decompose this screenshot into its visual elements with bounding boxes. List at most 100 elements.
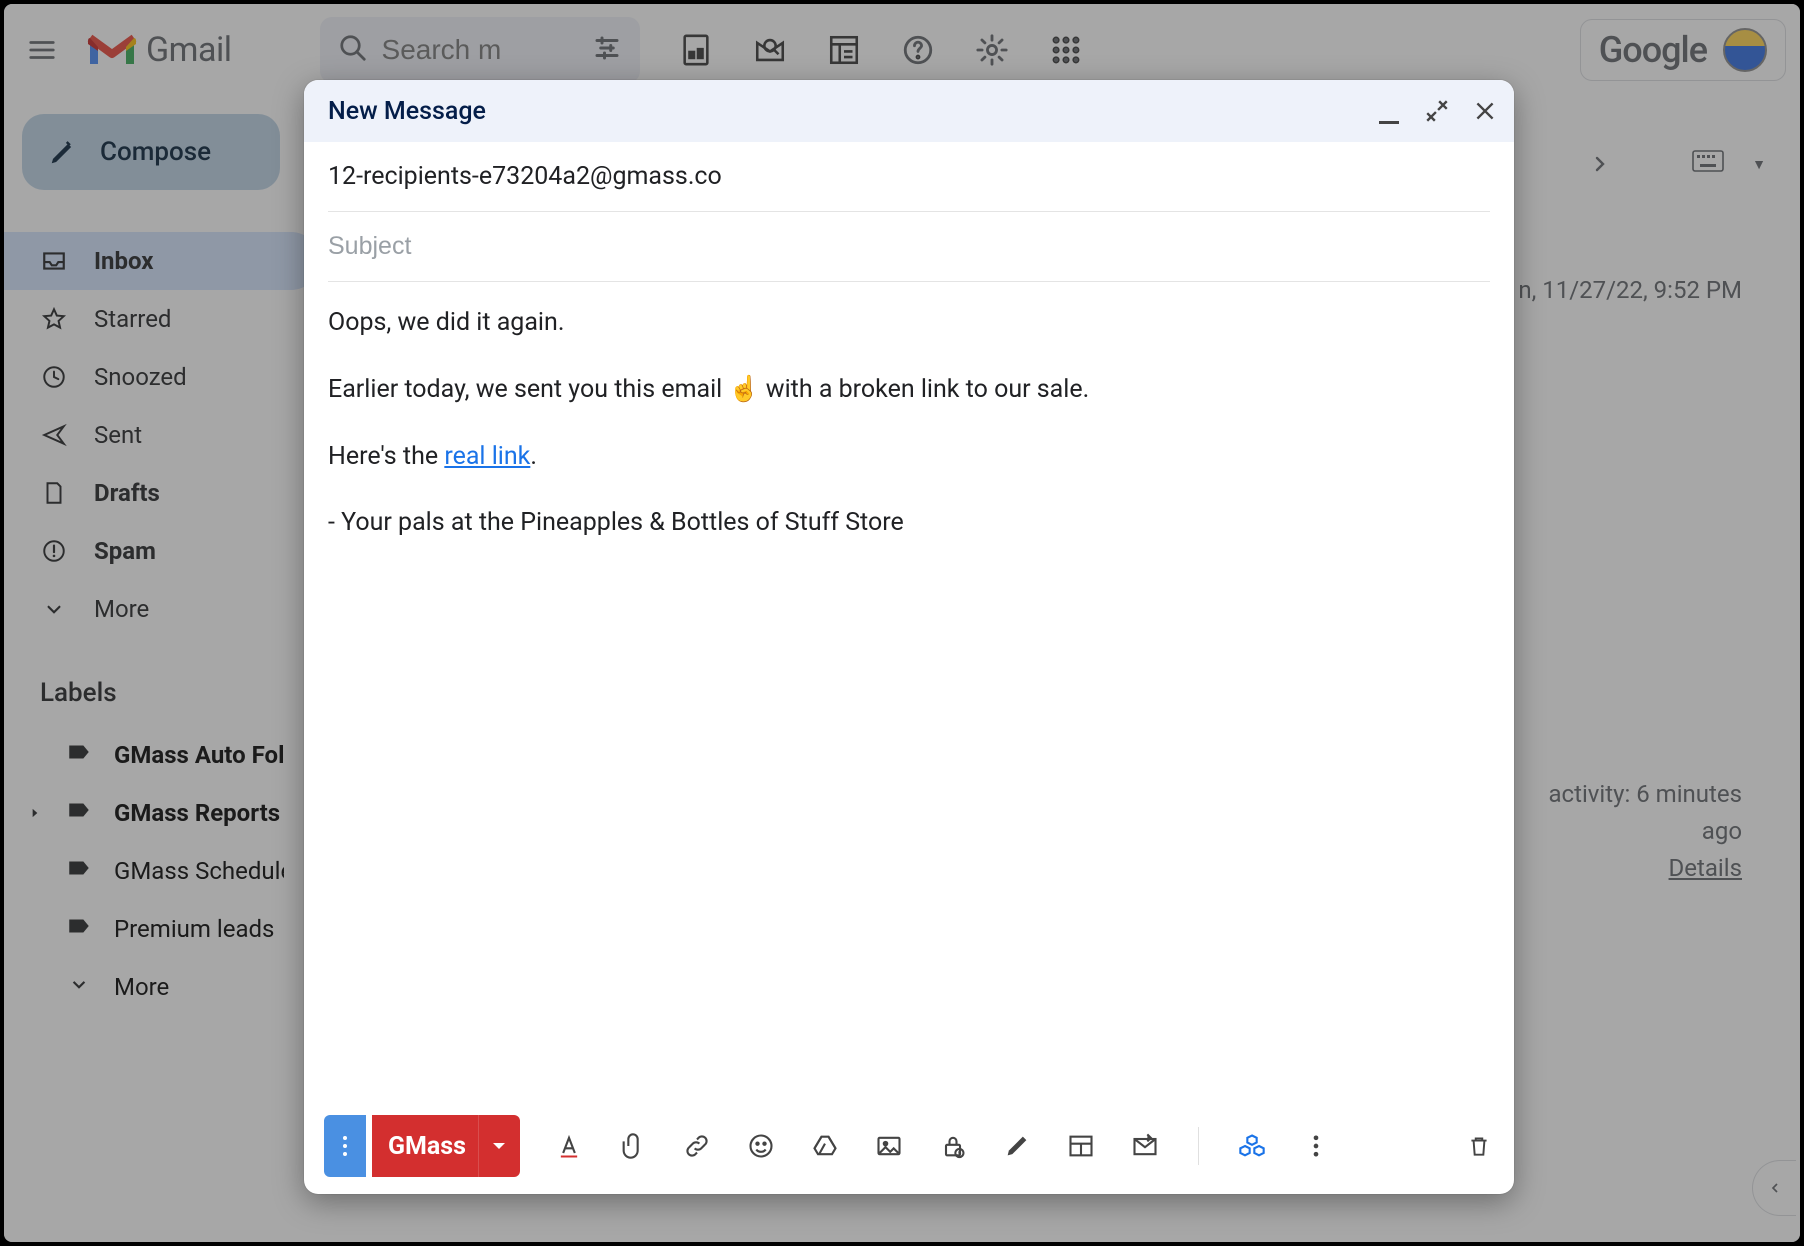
details-link[interactable]: Details (1548, 850, 1742, 887)
label-item[interactable]: Premium leads (4, 900, 320, 958)
chevron-down-icon (40, 595, 68, 623)
account-activity: activity: 6 minutes ago Details (1548, 776, 1742, 888)
pager-row: ▼ (1588, 150, 1766, 178)
insert-drive-button[interactable] (810, 1131, 840, 1161)
gmass-label: GMass (388, 1132, 478, 1161)
gmail-logo[interactable]: Gmail (80, 30, 232, 70)
label-text: GMass Scheduled (114, 857, 284, 885)
followup-campaign-button[interactable] (1130, 1131, 1160, 1161)
send-more-button[interactable] (324, 1115, 366, 1177)
search-options-icon[interactable] (592, 33, 622, 67)
compose-toolbar: GMass (304, 1098, 1514, 1194)
sidebar-item-label: Sent (94, 421, 142, 449)
nav-list: Inbox Starred Snoozed Sent Drafts (4, 232, 320, 638)
label-text: GMass Auto Followups (114, 741, 284, 769)
envelope-search-icon[interactable] (750, 30, 790, 70)
body-paragraph: Earlier today, we sent you this email ☝️… (328, 371, 1490, 410)
message-datetime: n, 11/27/22, 9:52 PM (1518, 276, 1742, 304)
insert-photo-button[interactable] (874, 1131, 904, 1161)
dashboard-icon[interactable] (824, 30, 864, 70)
send-icon (40, 421, 68, 449)
label-text: Premium leads (114, 915, 274, 943)
label-item[interactable]: GMass Scheduled (4, 842, 320, 900)
inbox-icon (40, 247, 68, 275)
file-icon (40, 479, 68, 507)
sidebar: Compose Inbox Starred Snoozed Sent (4, 96, 320, 1242)
dropdown-arrow-icon[interactable]: ▼ (1752, 156, 1766, 173)
insert-link-button[interactable] (682, 1131, 712, 1161)
building-blocks-button[interactable] (1237, 1131, 1267, 1161)
more-options-button[interactable] (1301, 1131, 1331, 1161)
templates-button[interactable] (1066, 1131, 1096, 1161)
sidebar-item-sent[interactable]: Sent (4, 406, 320, 464)
compose-header[interactable]: New Message (304, 80, 1514, 142)
compose-title: New Message (328, 97, 486, 126)
keyboard-icon[interactable] (1692, 150, 1724, 178)
point-up-emoji: ☝️ (728, 375, 759, 404)
subject-input[interactable] (328, 232, 1490, 261)
search-bar[interactable] (320, 17, 640, 83)
compose-dialog: New Message 12-recipients-e73204a2@gmass… (304, 80, 1514, 1194)
gmass-dropdown[interactable] (478, 1115, 518, 1177)
expand-icon[interactable] (26, 806, 44, 820)
body-paragraph: Here's the real link. (328, 438, 1490, 477)
insert-emoji-button[interactable] (746, 1131, 776, 1161)
minimize-button[interactable] (1376, 98, 1402, 124)
activity-line-2: ago (1548, 813, 1742, 850)
google-account-chip[interactable]: Google (1580, 19, 1786, 81)
sidebar-item-label: Inbox (94, 247, 153, 275)
sidebar-item-starred[interactable]: Starred (4, 290, 320, 348)
labels-heading: Labels (4, 638, 320, 726)
attach-file-button[interactable] (618, 1131, 648, 1161)
label-text: GMass Reports (114, 799, 280, 827)
app-name: Gmail (144, 30, 232, 70)
body-paragraph: Oops, we did it again. (328, 304, 1490, 343)
recipients-field[interactable]: 12-recipients-e73204a2@gmass.co (328, 142, 1490, 212)
help-icon[interactable] (898, 30, 938, 70)
formatting-button[interactable] (554, 1131, 584, 1161)
activity-line-1: activity: 6 minutes (1548, 776, 1742, 813)
chevron-right-icon[interactable] (1588, 152, 1612, 176)
sidebar-item-drafts[interactable]: Drafts (4, 464, 320, 522)
main-menu-button[interactable] (12, 20, 72, 80)
sidebar-item-inbox[interactable]: Inbox (4, 232, 320, 290)
sidebar-item-label: Starred (94, 305, 171, 333)
insert-signature-button[interactable] (1002, 1131, 1032, 1161)
settings-icon[interactable] (972, 30, 1012, 70)
label-tag-icon (66, 855, 92, 887)
subject-field[interactable] (328, 212, 1490, 282)
label-tag-icon (66, 739, 92, 771)
label-tag-icon (66, 913, 92, 945)
sidebar-item-label: Spam (94, 537, 156, 565)
star-icon (40, 305, 68, 333)
spam-icon (40, 537, 68, 565)
search-icon (338, 33, 368, 67)
search-input[interactable] (382, 34, 502, 66)
labels-list: GMass Auto Followups GMass Reports GMass… (4, 726, 320, 1016)
sheet-icon[interactable] (676, 30, 716, 70)
compose-body[interactable]: Oops, we did it again. Earlier today, we… (304, 282, 1514, 1098)
chevron-down-icon (66, 971, 92, 1003)
sidebar-item-spam[interactable]: Spam (4, 522, 320, 580)
sidebar-item-label: Snoozed (94, 363, 187, 391)
discard-draft-button[interactable] (1464, 1131, 1494, 1161)
header-extension-icons (676, 30, 1086, 70)
body-paragraph: - Your pals at the Pineapples & Bottles … (328, 504, 1490, 543)
gmass-send-button[interactable]: GMass (372, 1115, 520, 1177)
avatar[interactable] (1723, 28, 1767, 72)
google-wordmark: Google (1599, 29, 1707, 71)
confidential-mode-button[interactable] (938, 1131, 968, 1161)
label-item[interactable]: GMass Reports (4, 784, 320, 842)
compose-label: Compose (100, 137, 211, 167)
close-button[interactable] (1472, 98, 1498, 124)
label-item[interactable]: GMass Auto Followups (4, 726, 320, 784)
labels-more[interactable]: More (4, 958, 320, 1016)
sidebar-item-snoozed[interactable]: Snoozed (4, 348, 320, 406)
sidebar-item-label: Drafts (94, 479, 160, 507)
recipients-value: 12-recipients-e73204a2@gmass.co (328, 162, 722, 191)
apps-grid-icon[interactable] (1046, 30, 1086, 70)
sidebar-item-more[interactable]: More (4, 580, 320, 638)
compose-button[interactable]: Compose (22, 114, 280, 190)
popout-button[interactable] (1424, 98, 1450, 124)
real-link[interactable]: real link (444, 442, 530, 471)
